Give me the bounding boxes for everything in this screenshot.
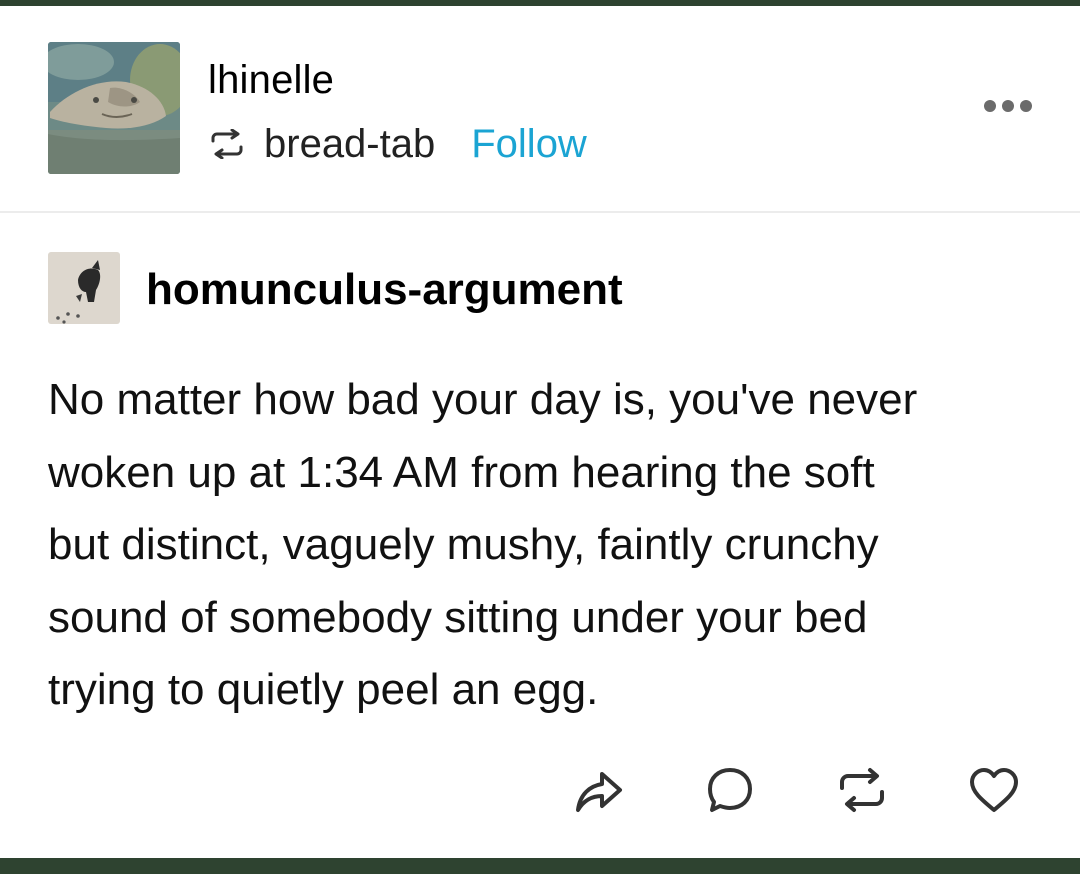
share-button[interactable] <box>570 762 626 818</box>
header-divider <box>0 211 1080 213</box>
like-icon <box>970 768 1018 812</box>
bottom-frame-bar <box>0 858 1080 874</box>
op-username[interactable]: homunculus-argument <box>146 262 623 318</box>
comment-icon <box>708 768 752 812</box>
follow-button[interactable]: Follow <box>471 116 587 172</box>
post-body: No matter how bad your day is, you've ne… <box>48 364 1038 727</box>
post-actions <box>0 762 1080 820</box>
like-button[interactable] <box>966 762 1022 818</box>
post-body-line: trying to quietly peel an egg. <box>48 665 599 714</box>
reblog-icon <box>208 128 246 160</box>
reblog-button[interactable] <box>834 762 890 818</box>
top-frame-bar <box>0 0 1080 6</box>
post-body-line: sound of somebody sitting under your bed <box>48 592 868 642</box>
post-body-line: woken up at 1:34 AM from hearing the sof… <box>48 447 875 497</box>
post-body-line: but distinct, vaguely mushy, faintly cru… <box>48 520 879 569</box>
reblogged-from-username[interactable]: bread-tab <box>264 116 435 172</box>
share-icon <box>576 772 622 812</box>
more-options-icon[interactable] <box>980 94 1036 118</box>
reblog-source: bread-tab Follow <box>208 116 587 172</box>
reblog-icon <box>840 768 884 812</box>
post-body-line: No matter how bad your day is, you've ne… <box>48 375 918 424</box>
reblogger-username[interactable]: lhinelle <box>208 54 334 106</box>
op-avatar[interactable] <box>48 252 120 324</box>
comment-button[interactable] <box>702 762 758 818</box>
reblogger-avatar[interactable] <box>48 42 180 174</box>
